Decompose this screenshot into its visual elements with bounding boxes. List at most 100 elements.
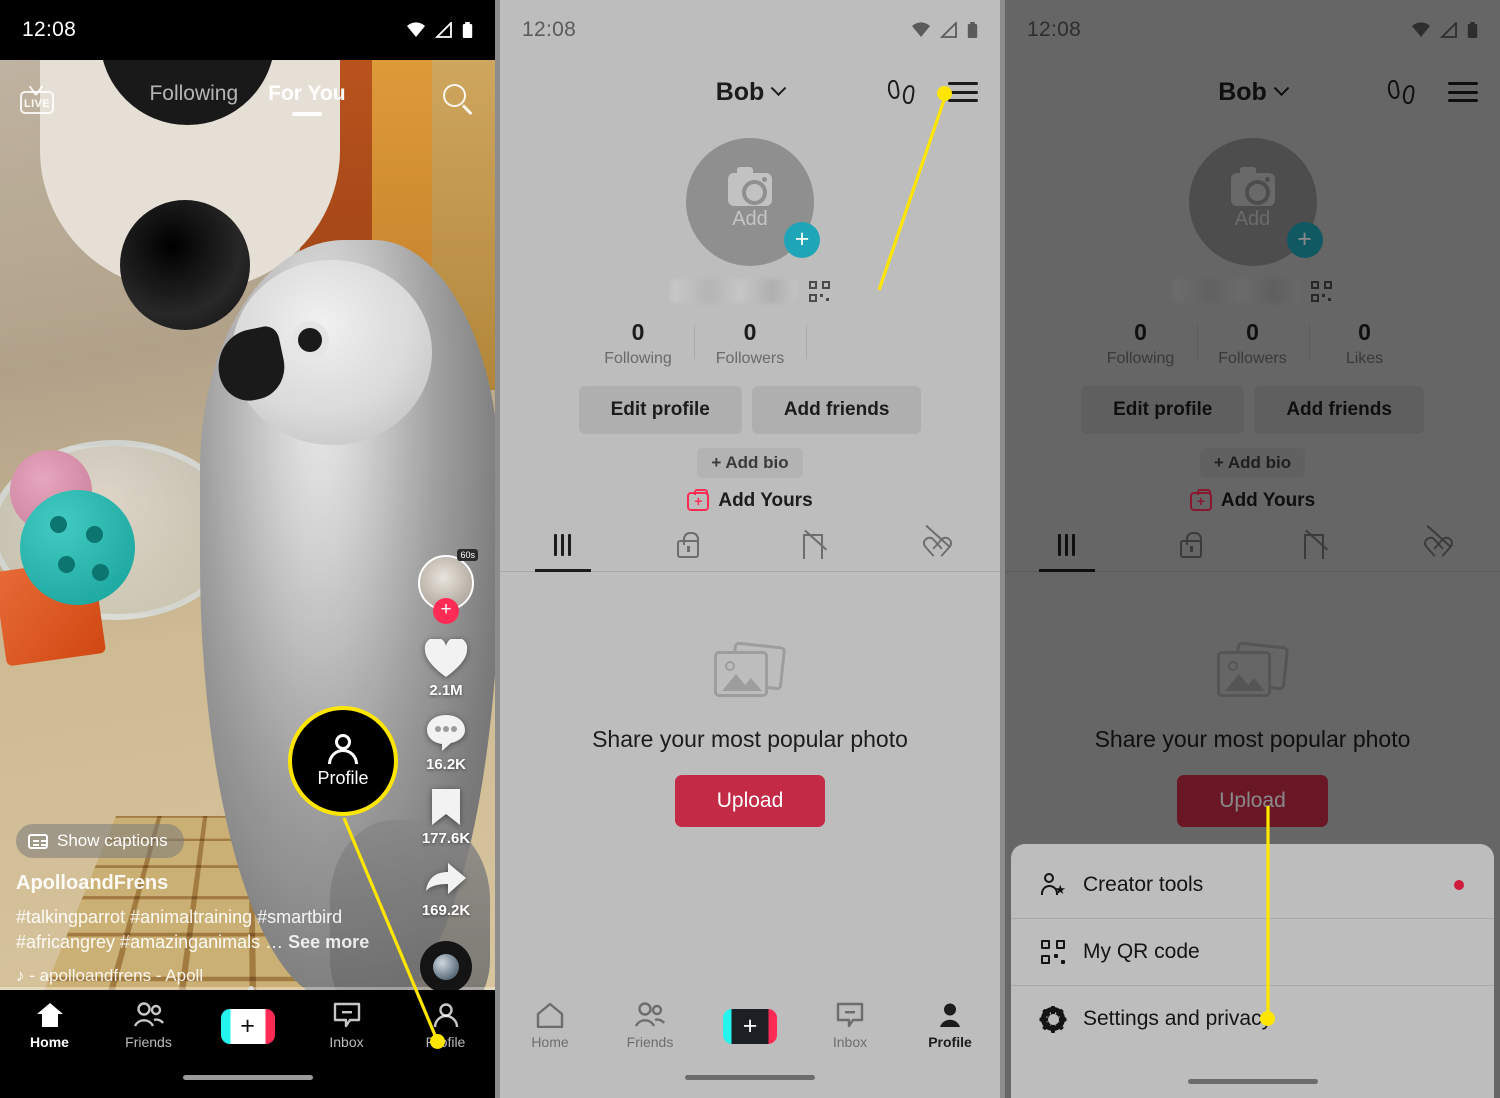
- show-captions-button[interactable]: Show captions: [16, 824, 184, 859]
- bookmark-slash-icon: [802, 534, 823, 559]
- see-more-link[interactable]: See more: [288, 932, 369, 952]
- signal-icon: [435, 22, 452, 38]
- add-bio-button[interactable]: + Add bio: [697, 448, 803, 478]
- bookmark-count: 177.6K: [421, 830, 471, 847]
- home-indicator: [1187, 1079, 1318, 1084]
- tab-liked[interactable]: [875, 524, 1000, 571]
- qr-code-icon[interactable]: [808, 280, 830, 302]
- footprints-icon[interactable]: [886, 79, 918, 105]
- feed-top-bar: LIVE Following For You: [0, 68, 495, 130]
- stat-followers[interactable]: 0 Followers: [694, 319, 806, 368]
- profile-tabs: [500, 524, 1000, 572]
- tab-for-you[interactable]: For You: [268, 82, 345, 116]
- bookmark-button[interactable]: 177.6K: [422, 787, 470, 847]
- add-yours-label: Add Yours: [718, 490, 813, 511]
- callout-dot-menu: [937, 86, 952, 101]
- battery-icon: [967, 21, 978, 38]
- profile-content: Bob Add + 0 Following 0 Followers Edit p…: [500, 60, 1000, 1098]
- edit-profile-button[interactable]: Edit profile: [578, 386, 742, 434]
- follow-badge[interactable]: +: [433, 598, 459, 624]
- avatar[interactable]: Add +: [686, 138, 820, 266]
- camera-icon: [728, 167, 772, 206]
- profile-stats: 0 Following 0 Followers: [500, 319, 1000, 368]
- friends-icon: [634, 1002, 665, 1027]
- profile-icon: [433, 1003, 458, 1028]
- profile-name-button[interactable]: Bob: [715, 77, 787, 107]
- inbox-icon: [836, 1002, 864, 1028]
- nav-inbox[interactable]: Inbox: [800, 1002, 900, 1050]
- video-caption-block: Show captions ApolloandFrens #talkingpar…: [16, 824, 386, 986]
- hamburger-menu-icon[interactable]: [948, 82, 978, 102]
- avatar-area: Add +: [500, 138, 1000, 266]
- avatar-plus-badge[interactable]: +: [784, 222, 820, 258]
- upload-button[interactable]: Upload: [674, 775, 826, 827]
- lock-icon: [676, 532, 699, 558]
- stat-following-value: 0: [631, 319, 645, 345]
- battery-icon: [1467, 21, 1478, 38]
- nav-create[interactable]: +: [198, 1008, 297, 1044]
- inbox-icon: [333, 1002, 360, 1028]
- share-button[interactable]: 169.2K: [422, 861, 470, 919]
- nav-profile[interactable]: Profile: [396, 1002, 495, 1050]
- callout-dot-settings: [1260, 1011, 1275, 1026]
- add-yours-icon: [687, 488, 710, 511]
- search-icon[interactable]: [441, 82, 475, 116]
- create-plus-icon[interactable]: +: [220, 1008, 275, 1044]
- battery-icon: [462, 21, 473, 38]
- nav-create[interactable]: +: [700, 1008, 800, 1044]
- tab-saved[interactable]: [750, 534, 875, 571]
- panel-menu: Bob Add + 0 Following 0 Followers 0 Like…: [1005, 0, 1500, 1098]
- creator-avatar[interactable]: 60s +: [418, 549, 478, 624]
- empty-state: Share your most popular photo Upload: [500, 641, 1000, 827]
- create-plus-icon[interactable]: +: [723, 1008, 777, 1044]
- comment-button[interactable]: 16.2K: [425, 713, 467, 773]
- wifi-icon: [407, 22, 425, 37]
- profile-buttons: Edit profile Add friends: [500, 386, 1000, 434]
- nav-friends-label: Friends: [626, 1034, 674, 1050]
- empty-state-text: Share your most popular photo: [592, 726, 908, 752]
- status-bar: 12:08: [500, 0, 1000, 60]
- profile-person-icon: [328, 733, 358, 766]
- nav-home[interactable]: Home: [500, 1002, 600, 1050]
- music-disc-icon[interactable]: [420, 941, 472, 993]
- signal-icon: [1440, 22, 1457, 38]
- tab-grid[interactable]: [500, 534, 625, 571]
- nav-friends[interactable]: Friends: [99, 1002, 198, 1050]
- add-bio-row: + Add bio: [500, 448, 1000, 478]
- live-icon[interactable]: LIVE: [20, 84, 54, 114]
- profile-name-label: Bob: [715, 77, 765, 106]
- status-time: 12:08: [22, 18, 77, 41]
- caption-username[interactable]: ApolloandFrens: [16, 872, 386, 895]
- music-label[interactable]: ♪ - apolloandfrens - Apoll: [16, 966, 386, 986]
- nav-inbox[interactable]: Inbox: [297, 1002, 396, 1050]
- wifi-icon: [1412, 22, 1430, 37]
- home-indicator: [182, 1075, 313, 1080]
- status-time: 12:08: [1027, 18, 1082, 41]
- stat-likes-hidden[interactable]: [806, 319, 918, 368]
- menu-item-settings-and-privacy[interactable]: Settings and privacy: [1011, 985, 1494, 1052]
- panel-profile: 12:08 Bob Add + 0 Following 0 Followers …: [500, 0, 1000, 1098]
- status-icons: [1411, 21, 1478, 39]
- heart-icon: [424, 639, 468, 677]
- add-friends-button[interactable]: Add friends: [751, 386, 922, 434]
- heart-slash-icon: [920, 524, 955, 557]
- menu-item-creator-tools[interactable]: ★ Creator tools: [1011, 852, 1494, 918]
- home-icon: [536, 1002, 564, 1028]
- nav-profile[interactable]: Profile: [900, 1002, 1000, 1050]
- tab-following[interactable]: Following: [149, 82, 238, 116]
- menu-item-my-qr-code[interactable]: My QR code: [1011, 918, 1494, 985]
- panel-feed: 12:08 LIVE Following For You 60s + 2.1M …: [0, 0, 495, 1098]
- caption-hashtags[interactable]: #talkingparrot #animaltraining #smartbir…: [16, 905, 386, 954]
- stat-following[interactable]: 0 Following: [582, 319, 694, 368]
- menu-sheet: ★ Creator tools My QR code Settings and …: [1011, 844, 1494, 1098]
- chevron-down-icon: [771, 79, 787, 96]
- like-button[interactable]: 2.1M: [424, 639, 468, 699]
- tab-private[interactable]: [625, 532, 750, 571]
- share-arrow-icon: [426, 863, 466, 894]
- status-time: 12:08: [522, 18, 577, 41]
- nav-friends[interactable]: Friends: [600, 1002, 700, 1050]
- add-yours-button[interactable]: Add Yours: [500, 488, 1000, 512]
- callout-dot-profile: [430, 1034, 445, 1049]
- nav-home[interactable]: Home: [0, 1002, 99, 1050]
- nav-home-label: Home: [531, 1034, 569, 1050]
